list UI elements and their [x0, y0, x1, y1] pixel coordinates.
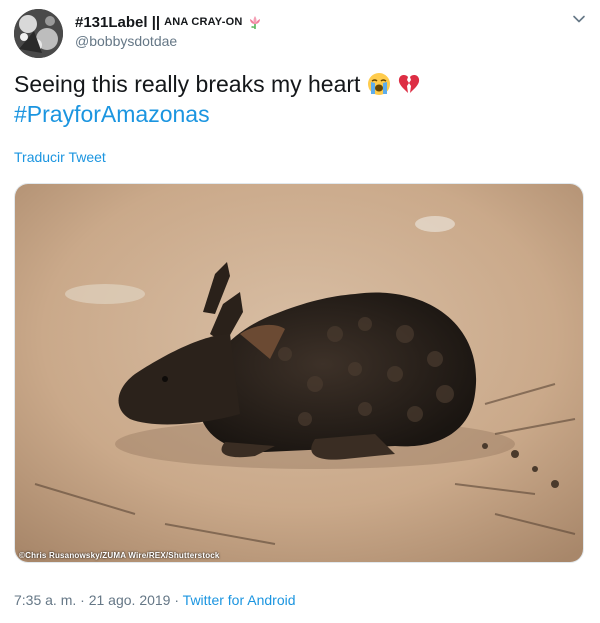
- lotus-flower-icon: [249, 16, 260, 29]
- avatar[interactable]: [14, 9, 63, 58]
- loudly-crying-face-icon: [367, 73, 390, 95]
- tweet-source-link[interactable]: Twitter for Android: [183, 592, 296, 608]
- tweet-image[interactable]: ©Chris Rusanowsky/ZUMA Wire/REX/Shutters…: [14, 183, 584, 563]
- broken-heart-icon: [399, 74, 420, 93]
- tweet-date[interactable]: 21 ago. 2019: [89, 592, 171, 608]
- meta-separator: ·: [174, 592, 180, 608]
- display-name[interactable]: #131Label ||: [75, 14, 160, 31]
- hashtag-link[interactable]: #PrayforAmazonas: [14, 99, 210, 129]
- display-name-row[interactable]: #131Label || ANA CRAY-ON: [75, 12, 262, 32]
- tweet-text: Seeing this really breaks my heart: [14, 69, 421, 99]
- tweet-text-line: Seeing this really breaks my heart: [14, 71, 361, 97]
- user-handle[interactable]: @bobbysdotdae: [75, 33, 177, 49]
- tweet-time[interactable]: 7:35 a. m.: [14, 592, 76, 608]
- tweet-meta: 7:35 a. m. · 21 ago. 2019 · Twitter for …: [14, 592, 296, 608]
- display-name-suffix[interactable]: ANA CRAY-ON: [164, 16, 242, 28]
- burned-rabbit-photo: [15, 184, 583, 562]
- image-credit: ©Chris Rusanowsky/ZUMA Wire/REX/Shutters…: [19, 551, 220, 560]
- meta-separator: ·: [80, 592, 85, 608]
- translate-tweet-link[interactable]: Traducir Tweet: [14, 149, 106, 165]
- chevron-down-icon[interactable]: [572, 12, 586, 26]
- tweet-card: #131Label || ANA CRAY-ON @bobbysdotdae S…: [0, 0, 600, 623]
